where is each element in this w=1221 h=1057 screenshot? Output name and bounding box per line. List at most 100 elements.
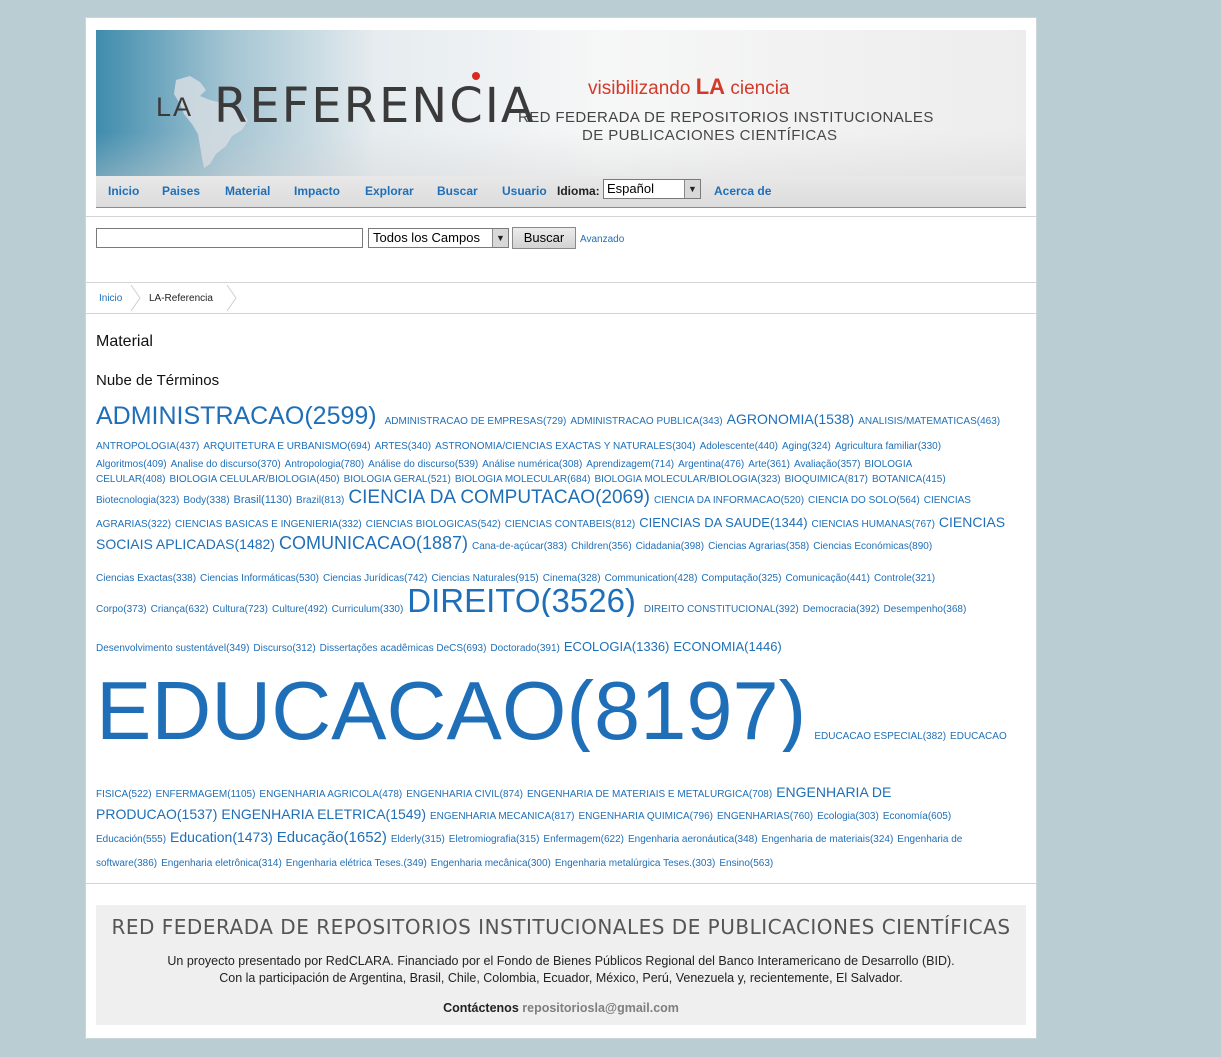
cloud-term-link[interactable]: Biotecnologia(323) — [96, 495, 179, 506]
cloud-term-link[interactable]: Eletromiografia(315) — [449, 834, 540, 845]
cloud-term-link[interactable]: Ciencias Económicas(890) — [813, 541, 932, 552]
cloud-term-link[interactable]: ANALISIS/MATEMATICAS(463) — [858, 416, 1000, 427]
cloud-term-link[interactable]: Democracia(392) — [803, 604, 880, 615]
cloud-term-link[interactable]: Criança(632) — [151, 604, 209, 615]
cloud-term-link[interactable]: CIENCIAS — [924, 495, 971, 506]
cloud-term-link[interactable]: Desenvolvimento sustentável(349) — [96, 643, 249, 654]
nav-impacto[interactable]: Impacto — [294, 184, 340, 198]
cloud-term-link[interactable]: ENGENHARIA AGRICOLA(478) — [259, 789, 402, 800]
cloud-term-link[interactable]: Ciencias Informáticas(530) — [200, 573, 319, 584]
cloud-term-link[interactable]: ADMINISTRACAO(2599) — [96, 404, 377, 429]
cloud-term-link[interactable]: ENFERMAGEM(1105) — [156, 789, 256, 800]
cloud-term-link[interactable]: Ensino(563) — [719, 858, 773, 869]
cloud-term-link[interactable]: ADMINISTRACAO PUBLICA(343) — [570, 416, 722, 427]
cloud-term-link[interactable]: Comunicação(441) — [785, 573, 870, 584]
cloud-term-link[interactable]: ENGENHARIAS(760) — [717, 811, 813, 822]
cloud-term-link[interactable]: Educación(555) — [96, 834, 166, 845]
cloud-term-link[interactable]: CIENCIAS HUMANAS(767) — [812, 519, 935, 530]
cloud-term-link[interactable]: Brazil(813) — [296, 495, 344, 506]
cloud-term-link[interactable]: Body(338) — [183, 495, 229, 506]
cloud-term-link[interactable]: Discurso(312) — [253, 643, 315, 654]
cloud-term-link[interactable]: Cultura(723) — [212, 604, 268, 615]
cloud-term-link[interactable]: Aprendizagem(714) — [586, 459, 674, 470]
cloud-term-link[interactable]: CIENCIAS BIOLOGICAS(542) — [366, 519, 501, 530]
nav-inicio[interactable]: Inicio — [108, 184, 139, 198]
cloud-term-link[interactable]: ECONOMIA(1446) — [673, 639, 781, 654]
cloud-term-link[interactable]: COMUNICACAO(1887) — [279, 534, 468, 553]
cloud-term-link[interactable]: Culture(492) — [272, 604, 328, 615]
cloud-term-link[interactable]: AGRARIAS(322) — [96, 519, 171, 530]
cloud-term-link[interactable]: CIENCIA DO SOLO(564) — [808, 495, 920, 506]
search-input[interactable] — [96, 228, 363, 248]
cloud-term-link[interactable]: Ciencias Exactas(338) — [96, 573, 196, 584]
cloud-term-link[interactable]: BIOLOGIA GERAL(521) — [344, 474, 451, 485]
cloud-term-link[interactable]: Ecologia(303) — [817, 811, 879, 822]
cloud-term-link[interactable]: Avaliação(357) — [794, 459, 861, 470]
chevron-down-icon[interactable]: ▼ — [492, 229, 508, 247]
chevron-down-icon[interactable]: ▼ — [684, 180, 700, 198]
breadcrumb-home[interactable]: Inicio — [99, 293, 122, 304]
cloud-term-link[interactable]: Cinema(328) — [543, 573, 601, 584]
cloud-term-link[interactable]: BIOLOGIA CELULAR/BIOLOGIA(450) — [169, 474, 339, 485]
cloud-term-link[interactable]: ANTROPOLOGIA(437) — [96, 441, 199, 452]
cloud-term-link[interactable]: Cidadania(398) — [636, 541, 704, 552]
nav-explorar[interactable]: Explorar — [365, 184, 414, 198]
search-button[interactable]: Buscar — [512, 227, 576, 249]
cloud-term-link[interactable]: Engenharia eletrônica(314) — [161, 858, 282, 869]
cloud-term-link[interactable]: Aging(324) — [782, 441, 831, 452]
cloud-term-link[interactable]: Engenharia aeronáutica(348) — [628, 834, 758, 845]
cloud-term-link[interactable]: EDUCACAO(8197) — [96, 669, 806, 752]
cloud-term-link[interactable]: BOTANICA(415) — [872, 474, 946, 485]
nav-material[interactable]: Material — [225, 184, 270, 198]
cloud-term-link[interactable]: Computação(325) — [701, 573, 781, 584]
cloud-term-link[interactable]: Children(356) — [571, 541, 632, 552]
cloud-term-link[interactable]: ECOLOGIA(1336) — [564, 639, 670, 654]
cloud-term-link[interactable]: Curriculum(330) — [332, 604, 404, 615]
cloud-term-link[interactable]: ENGENHARIA DE MATERIAIS E METALURGICA(70… — [527, 789, 772, 800]
cloud-term-link[interactable]: Adolescente(440) — [700, 441, 778, 452]
cloud-term-link[interactable]: BIOLOGIA MOLECULAR(684) — [455, 474, 591, 485]
cloud-term-link[interactable]: CIENCIAS CONTABEIS(812) — [505, 519, 635, 530]
cloud-term-link[interactable]: Agricultura familiar(330) — [835, 441, 941, 452]
cloud-term-link[interactable]: Education(1473) — [170, 830, 273, 845]
cloud-term-link[interactable]: CIENCIAS — [939, 515, 1005, 530]
contact-email-link[interactable]: repositoriosla@gmail.com — [522, 1001, 679, 1015]
cloud-term-link[interactable]: EDUCACAO — [950, 731, 1007, 742]
cloud-term-link[interactable]: Arte(361) — [748, 459, 790, 470]
cloud-term-link[interactable]: ENGENHARIA MECANICA(817) — [430, 811, 574, 822]
cloud-term-link[interactable]: EDUCACAO ESPECIAL(382) — [814, 731, 946, 742]
cloud-term-link[interactable]: ADMINISTRACAO DE EMPRESAS(729) — [385, 416, 567, 427]
cloud-term-link[interactable]: ASTRONOMIA/CIENCIAS EXACTAS Y NATURALES(… — [435, 441, 695, 452]
cloud-term-link[interactable]: Economía(605) — [883, 811, 951, 822]
cloud-term-link[interactable]: ENGENHARIA ELETRICA(1549) — [221, 807, 426, 822]
cloud-term-link[interactable]: Análise numérica(308) — [482, 459, 582, 470]
cloud-term-link[interactable]: Controle(321) — [874, 573, 935, 584]
cloud-term-link[interactable]: Antropologia(780) — [285, 459, 365, 470]
cloud-term-link[interactable]: Ciencias Agrarias(358) — [708, 541, 809, 552]
cloud-term-link[interactable]: Cana-de-açúcar(383) — [472, 541, 567, 552]
cloud-term-link[interactable]: Algoritmos(409) — [96, 459, 167, 470]
cloud-term-link[interactable]: Corpo(373) — [96, 604, 147, 615]
cloud-term-link[interactable]: ARQUITETURA E URBANISMO(694) — [203, 441, 370, 452]
nav-buscar[interactable]: Buscar — [437, 184, 478, 198]
cloud-term-link[interactable]: Doctorado(391) — [490, 643, 559, 654]
cloud-term-link[interactable]: Análise do discurso(539) — [368, 459, 478, 470]
cloud-term-link[interactable]: Argentina(476) — [678, 459, 744, 470]
cloud-term-link[interactable]: Analise do discurso(370) — [171, 459, 281, 470]
cloud-term-link[interactable]: Brasil(1130) — [234, 494, 293, 506]
cloud-term-link[interactable]: ENGENHARIA QUIMICA(796) — [578, 811, 712, 822]
cloud-term-link[interactable]: CELULAR(408) — [96, 474, 165, 485]
cloud-term-link[interactable]: Educação(1652) — [277, 830, 387, 846]
cloud-term-link[interactable]: DIREITO(3526) — [407, 584, 636, 617]
cloud-term-link[interactable]: Dissertações acadêmicas DeCS(693) — [320, 643, 487, 654]
cloud-term-link[interactable]: DIREITO CONSTITUCIONAL(392) — [644, 604, 799, 615]
cloud-term-link[interactable]: software(386) — [96, 858, 157, 869]
cloud-term-link[interactable]: ARTES(340) — [375, 441, 432, 452]
cloud-term-link[interactable]: PRODUCAO(1537) — [96, 807, 217, 822]
nav-paises[interactable]: Paises — [162, 184, 200, 198]
language-select[interactable]: Español ▼ — [603, 179, 701, 199]
cloud-term-link[interactable]: Enfermagem(622) — [543, 834, 624, 845]
cloud-term-link[interactable]: ENGENHARIA DE — [776, 785, 891, 800]
cloud-term-link[interactable]: Elderly(315) — [391, 834, 445, 845]
cloud-term-link[interactable]: Desempenho(368) — [883, 604, 966, 615]
